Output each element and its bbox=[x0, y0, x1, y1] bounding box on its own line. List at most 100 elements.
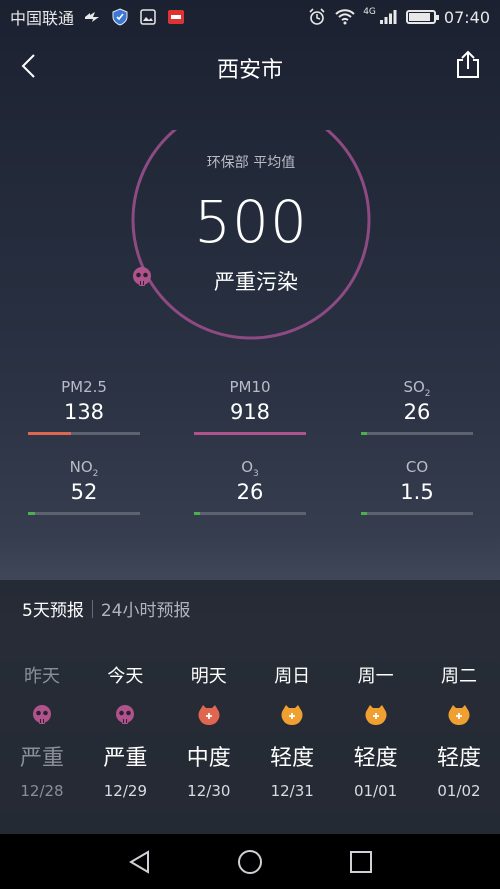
tab-5-day[interactable]: 5天预报 bbox=[22, 596, 84, 621]
page-title: 西安市 bbox=[216, 58, 283, 83]
aqi-level: 严重污染 bbox=[131, 266, 371, 296]
forecast-day-date: 01/01 bbox=[353, 782, 398, 800]
pollutant-level-fill bbox=[194, 512, 200, 515]
pollutant-name-subscript: 2 bbox=[424, 389, 431, 399]
triangle-back-icon bbox=[129, 850, 149, 874]
pollutant-level-fill bbox=[361, 512, 367, 515]
signal-icon bbox=[378, 8, 398, 26]
forecast-day[interactable]: 明天 中度 12/30 bbox=[167, 662, 251, 800]
skull-icon bbox=[83, 704, 167, 728]
nav-back-button[interactable] bbox=[126, 848, 154, 876]
square-recent-icon bbox=[350, 851, 372, 873]
forecast-day-date: 12/29 bbox=[103, 782, 147, 800]
aqi-gauge: 环保部 平均值 500 严重污染 bbox=[131, 130, 371, 340]
forecast-day-level: 严重 bbox=[103, 746, 148, 771]
pollutant-name: PM10 bbox=[194, 378, 306, 398]
pollutant-cell: NO2 52 bbox=[28, 458, 140, 515]
network-type-label: 4G bbox=[363, 7, 376, 17]
pollutant-level-bar bbox=[28, 512, 140, 515]
forecast-day-level: 轻度 bbox=[436, 746, 481, 771]
forecast-tabs: 5天预报 24小时预报 bbox=[22, 596, 190, 621]
pollutant-name: PM2.5 bbox=[28, 378, 140, 398]
forecast-day[interactable]: 周日轻度 12/31 bbox=[250, 662, 334, 800]
forecast-day-level: 严重 bbox=[19, 746, 64, 771]
forecast-day-date: 12/31 bbox=[270, 782, 314, 800]
pollutant-name: NO2 bbox=[28, 458, 140, 479]
pollutant-cell: PM10 918 bbox=[194, 378, 306, 435]
pollutant-value: 52 bbox=[70, 480, 98, 504]
face-icon bbox=[417, 704, 500, 728]
face-icon bbox=[167, 704, 251, 728]
forecast-day[interactable]: 周一轻度 01/01 bbox=[334, 662, 418, 800]
forecast-day-name: 周日 bbox=[274, 666, 311, 687]
aqi-level-label: 严重污染 bbox=[214, 270, 298, 294]
title-bar: 西安市 bbox=[0, 42, 500, 90]
app-badge-icon bbox=[166, 8, 186, 26]
pollutant-name-text: PM10 bbox=[229, 378, 271, 396]
aqi-source-label: 环保部 平均值 bbox=[206, 155, 296, 171]
forecast-day[interactable]: 周二轻度 01/02 bbox=[417, 662, 500, 800]
nav-home-button[interactable] bbox=[236, 848, 264, 876]
pollutant-level-fill bbox=[361, 432, 367, 435]
pollutant-value: 138 bbox=[63, 400, 105, 424]
share-icon bbox=[457, 50, 479, 78]
clock: 07:40 bbox=[443, 7, 490, 27]
carrier-label: 中国联通 bbox=[10, 9, 75, 28]
pollutant-level-bar bbox=[194, 432, 306, 435]
pollutant-value: 26 bbox=[403, 400, 431, 424]
forecast-day-level: 轻度 bbox=[270, 746, 315, 771]
pollutant-cell: CO 1.5 bbox=[361, 458, 473, 515]
battery-icon bbox=[405, 10, 439, 24]
pollutant-value: 918 bbox=[229, 400, 271, 424]
image-icon bbox=[138, 8, 158, 26]
pollutant-name-subscript: 3 bbox=[253, 469, 259, 479]
forecast-day-level: 轻度 bbox=[353, 746, 398, 771]
pollutant-level-fill bbox=[194, 432, 306, 435]
pollutant-name-text: NO bbox=[69, 458, 93, 476]
pollutant-cell: O3 26 bbox=[194, 458, 306, 515]
forecast-day-name: 周一 bbox=[357, 666, 394, 687]
forecast-day-name: 今天 bbox=[107, 666, 144, 687]
tab-24-hour[interactable]: 24小时预报 bbox=[101, 596, 191, 621]
forecast-day-level: 中度 bbox=[186, 746, 231, 771]
share-button[interactable] bbox=[454, 50, 482, 80]
pollutant-name: SO2 bbox=[361, 378, 473, 399]
pollutant-level-bar bbox=[194, 512, 306, 515]
pollutant-name-subscript: 2 bbox=[92, 469, 99, 479]
forecast-day[interactable]: 今天严重 12/29 bbox=[83, 662, 167, 800]
forecast-day-date: 12/28 bbox=[20, 782, 64, 800]
pollutant-level-fill bbox=[28, 512, 35, 515]
pollutant-cell: PM2.5 138 bbox=[28, 378, 140, 435]
forecast-day-name: 周二 bbox=[441, 666, 477, 687]
pollutant-level-bar bbox=[28, 432, 140, 435]
pollutant-name: O3 bbox=[194, 458, 306, 479]
alarm-icon bbox=[307, 8, 327, 26]
link-icon bbox=[82, 8, 102, 26]
pollutant-level-bar bbox=[361, 512, 473, 515]
navigation-bar bbox=[0, 834, 500, 889]
aqi-value: 500 bbox=[194, 188, 308, 256]
pollutant-cell: SO2 26 bbox=[361, 378, 473, 435]
pollutant-name-text: PM2.5 bbox=[61, 378, 107, 396]
forecast-day-date: 01/02 bbox=[437, 782, 481, 800]
pollutant-name-text: O bbox=[241, 458, 254, 476]
pollutant-name: CO bbox=[361, 458, 473, 478]
pollutant-name-text: SO bbox=[403, 378, 425, 396]
shield-icon bbox=[110, 8, 130, 26]
forecast-panel: 5天预报 24小时预报 昨天 严重 12/28 今天 严重 12/29 明天 中度 12/30 周… bbox=[0, 580, 500, 834]
pollutant-name-text: CO bbox=[405, 458, 429, 476]
tab-divider bbox=[91, 599, 93, 618]
face-icon bbox=[250, 704, 334, 728]
forecast-day-name: 昨天 bbox=[24, 666, 60, 687]
wifi-icon bbox=[335, 8, 355, 26]
pollutant-value: 26 bbox=[236, 480, 264, 504]
pollutant-level-bar bbox=[361, 432, 473, 435]
status-bar: 中国联通 4G 07:40 bbox=[0, 0, 500, 34]
circle-home-icon bbox=[238, 850, 262, 874]
forecast-day[interactable]: 昨天严重 12/28 bbox=[0, 662, 84, 800]
forecast-day-date: 12/30 bbox=[187, 782, 231, 800]
pollutant-level-fill bbox=[28, 432, 71, 435]
nav-recent-button[interactable] bbox=[347, 848, 375, 876]
pollutant-value: 1.5 bbox=[400, 480, 434, 504]
skull-icon bbox=[0, 704, 84, 728]
